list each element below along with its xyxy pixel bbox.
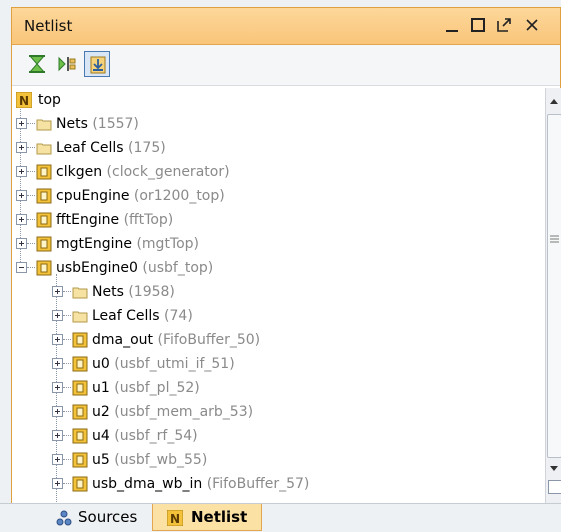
hier-cell-icon	[36, 188, 52, 204]
tree-root-label: top	[38, 92, 61, 108]
netlist-window: Netlist N top Nets (1557) Leaf Cells (17…	[11, 7, 561, 504]
close-icon[interactable]	[522, 15, 542, 35]
collapse-toggle[interactable]	[16, 262, 27, 273]
expand-selected-button[interactable]	[54, 51, 80, 77]
sources-icon	[56, 510, 72, 526]
hier-cell-icon	[36, 164, 52, 180]
folder-icon	[72, 311, 88, 323]
hier-cell-icon	[72, 356, 88, 372]
expand-toggle[interactable]	[52, 430, 63, 441]
hier-cell-icon	[36, 260, 52, 276]
hier-cell-icon	[72, 380, 88, 396]
expand-toggle[interactable]	[16, 190, 27, 201]
tab-label: Netlist	[191, 508, 248, 526]
title-bar: Netlist	[12, 8, 560, 45]
expand-toggle[interactable]	[52, 478, 63, 489]
collapse-all-button[interactable]	[24, 51, 50, 77]
svg-text:N: N	[19, 94, 29, 108]
tab-sources[interactable]: Sources	[50, 504, 150, 531]
netlist-tree[interactable]: N top Nets (1557) Leaf Cells (175) clkge…	[12, 88, 545, 504]
tab-label: Sources	[78, 508, 138, 526]
minimize-icon[interactable]	[442, 15, 462, 35]
vertical-scrollbar[interactable]	[545, 88, 561, 504]
folder-icon	[36, 119, 52, 131]
svg-text:N: N	[170, 512, 180, 526]
expand-toggle[interactable]	[52, 382, 63, 393]
netlist-root-icon: N	[16, 92, 32, 108]
grip-icon	[550, 235, 559, 243]
maximize-icon[interactable]	[468, 15, 488, 35]
hier-cell-icon	[72, 404, 88, 420]
resize-corner	[548, 480, 561, 494]
window-title: Netlist	[24, 17, 73, 35]
hier-cell-icon	[72, 476, 88, 492]
expand-toggle[interactable]	[52, 334, 63, 345]
expand-toggle[interactable]	[16, 238, 27, 249]
expand-toggle[interactable]	[52, 310, 63, 321]
expand-toggle[interactable]	[16, 166, 27, 177]
hier-cell-icon	[36, 212, 52, 228]
collapse-all-icon	[28, 55, 46, 73]
expand-toggle[interactable]	[16, 142, 27, 153]
expand-toggle[interactable]	[52, 286, 63, 297]
hier-cell-icon	[36, 236, 52, 252]
netlist-icon: N	[167, 510, 183, 526]
folder-icon	[36, 143, 52, 155]
scroll-up-icon[interactable]	[546, 94, 561, 110]
expand-selected-icon	[58, 56, 76, 72]
float-icon[interactable]	[494, 15, 514, 35]
expand-toggle[interactable]	[52, 358, 63, 369]
toolbar	[12, 45, 560, 86]
expand-toggle[interactable]	[16, 214, 27, 225]
hier-cell-icon	[72, 452, 88, 468]
scroll-thumb[interactable]	[547, 114, 561, 458]
expand-toggle[interactable]	[52, 454, 63, 465]
hier-cell-icon	[72, 332, 88, 348]
expand-toggle[interactable]	[16, 118, 27, 129]
tab-netlist[interactable]: N Netlist	[152, 504, 262, 531]
hier-cell-icon	[72, 428, 88, 444]
scroll-down-icon[interactable]	[546, 460, 561, 476]
folder-icon	[72, 287, 88, 299]
show-hierarchy-icon	[90, 56, 106, 74]
expand-toggle[interactable]	[52, 406, 63, 417]
show-hierarchy-button[interactable]	[84, 51, 110, 77]
bottom-tab-bar: Sources N Netlist	[0, 503, 561, 532]
